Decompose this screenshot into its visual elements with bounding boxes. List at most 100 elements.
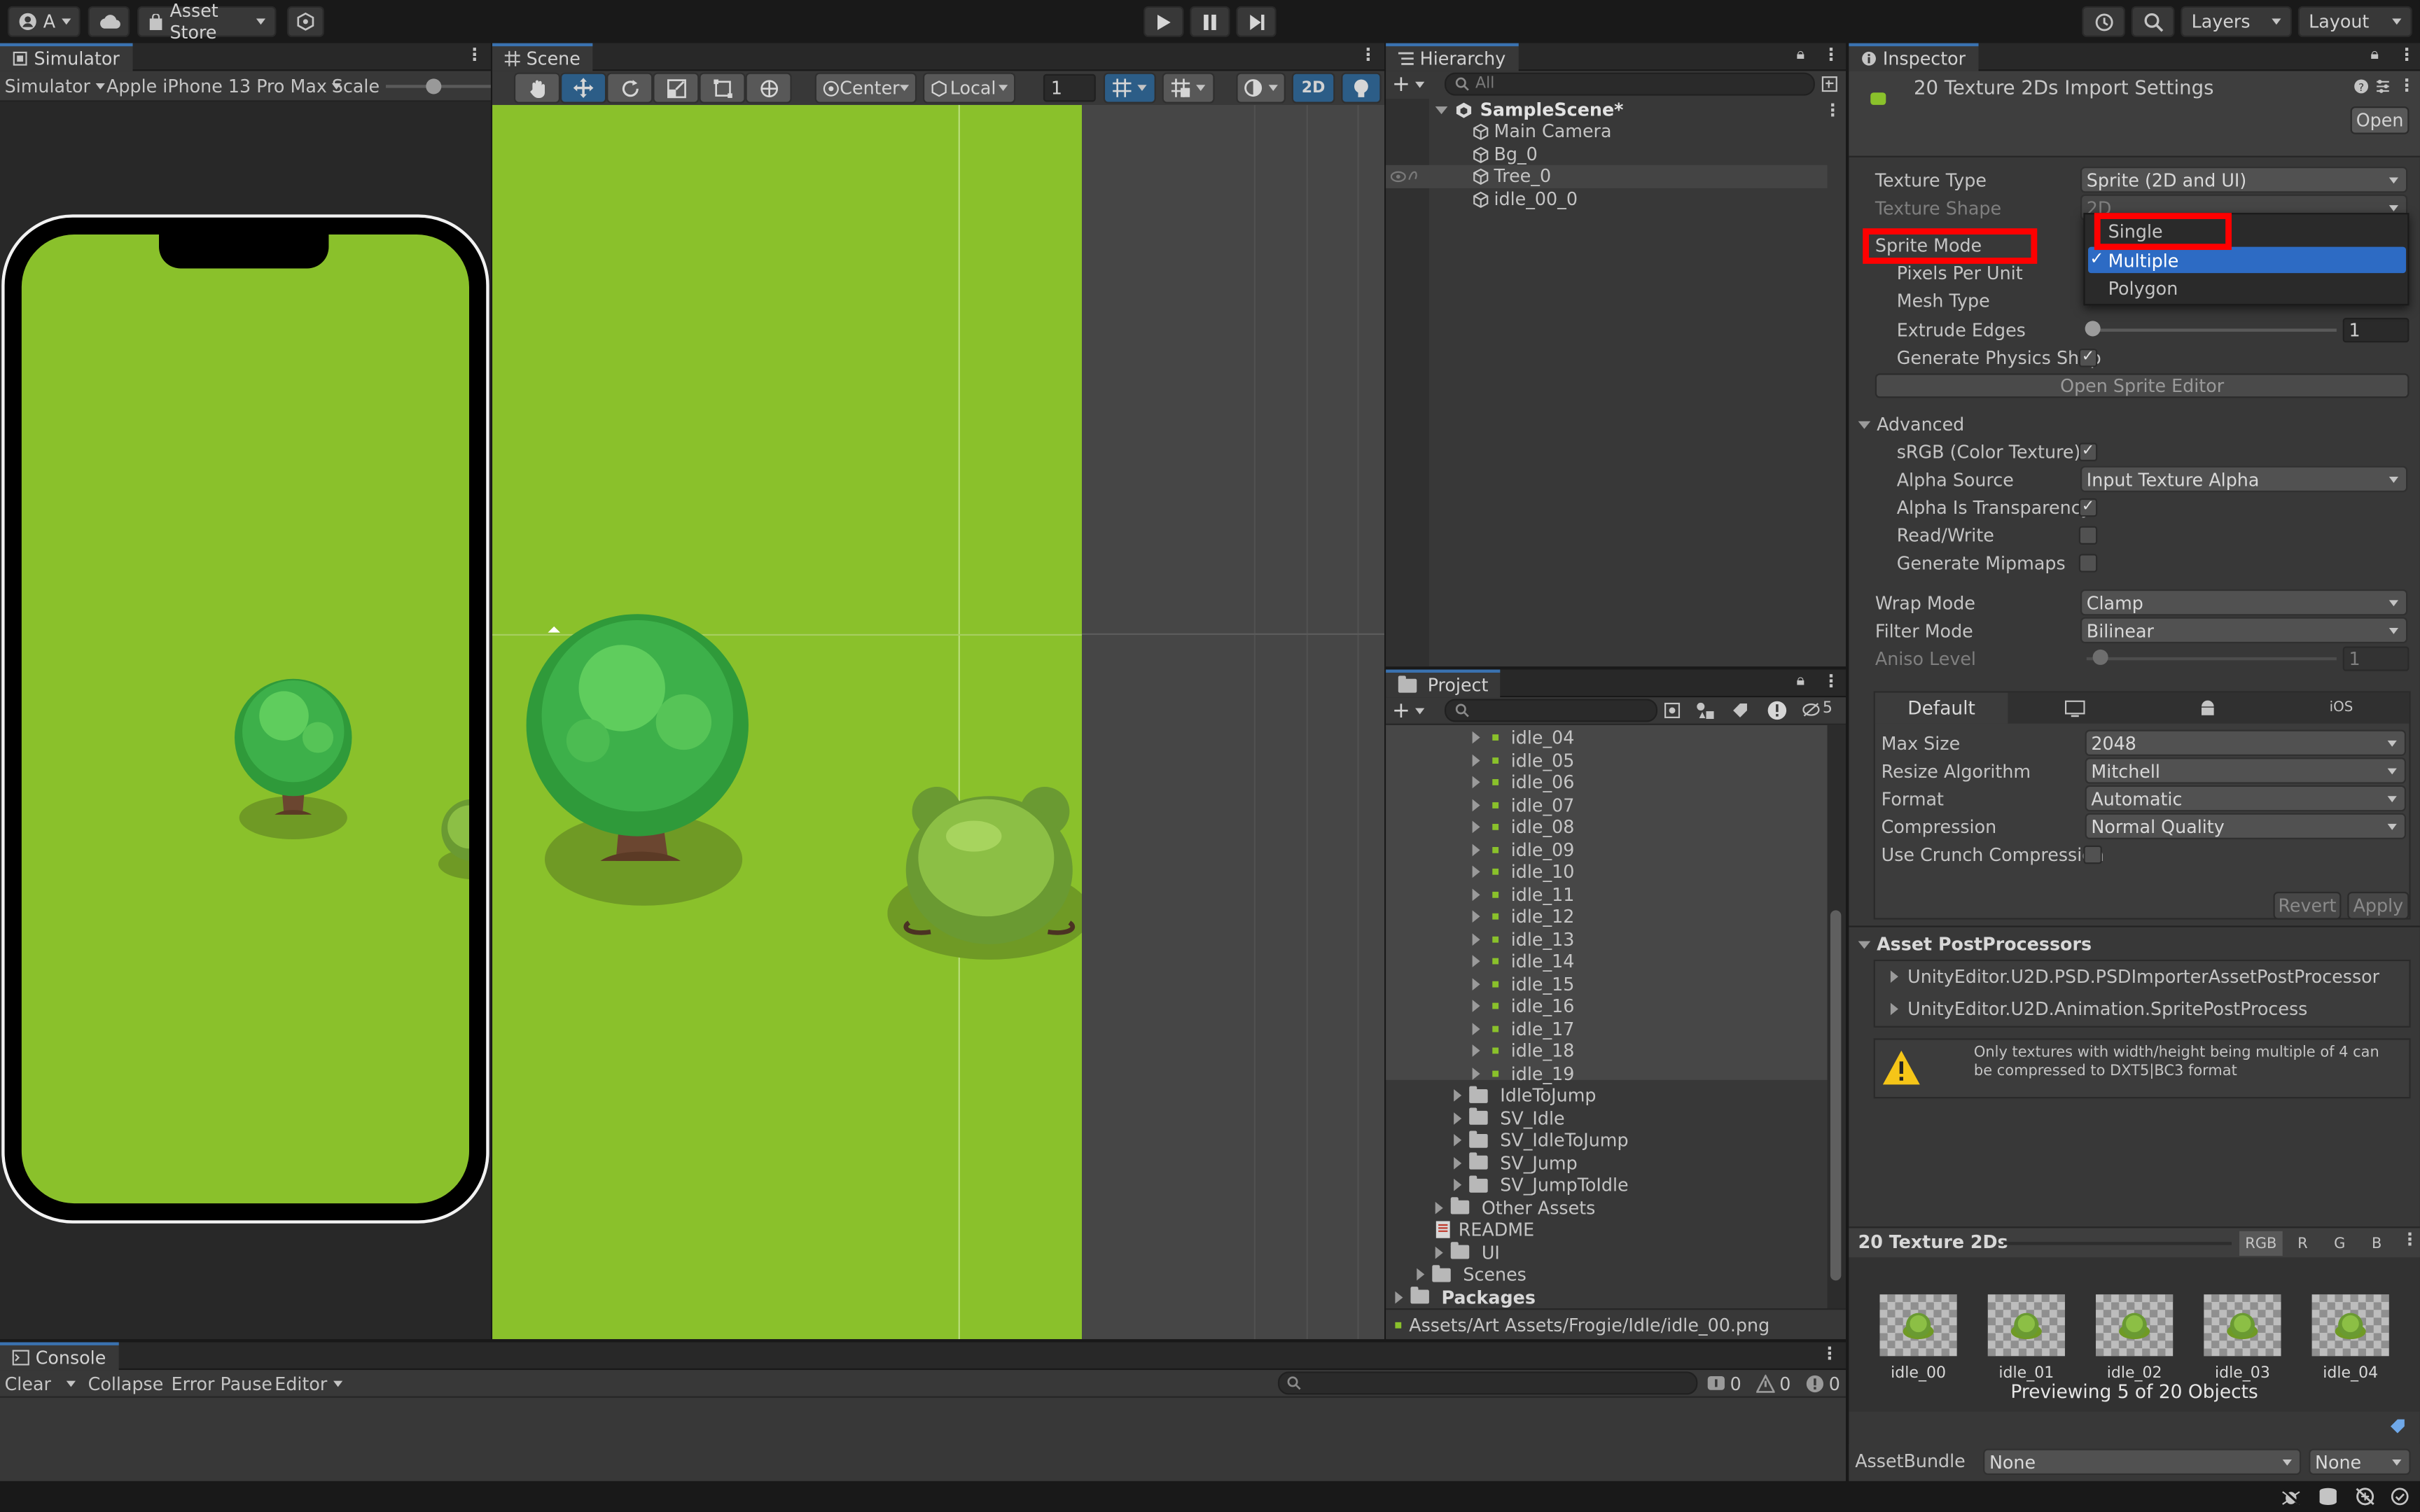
hand-tool-button[interactable]: [513, 72, 561, 104]
account-button[interactable]: A: [8, 6, 81, 37]
project-folder-item[interactable]: Scenes: [1417, 1264, 1527, 1285]
platform-tab-default[interactable]: Default: [1875, 692, 2008, 724]
transform-tool-button[interactable]: [745, 72, 792, 104]
compression-dropdown[interactable]: Normal Quality: [2085, 813, 2407, 839]
project-sprite-item[interactable]: idle_18: [1472, 1040, 1574, 1061]
more-options-icon[interactable]: ⋮: [2398, 45, 2415, 65]
tree-object[interactable]: [526, 608, 758, 910]
generate-mipmaps-checkbox[interactable]: [2078, 554, 2098, 573]
log-filter-toggle[interactable]: 0: [1707, 1370, 1741, 1398]
lighting-button[interactable]: [1341, 72, 1382, 104]
generate-physics-checkbox[interactable]: ✓: [2078, 349, 2098, 368]
advanced-foldout[interactable]: Advanced: [1858, 410, 1964, 438]
sprite-mode-option-multiple[interactable]: ✓ Multiple: [2088, 246, 2407, 274]
format-dropdown[interactable]: Automatic: [2085, 785, 2407, 812]
expand-arrow-icon[interactable]: [1472, 977, 1480, 990]
project-sprite-item[interactable]: idle_19: [1472, 1062, 1574, 1084]
expand-arrow-icon[interactable]: [1472, 865, 1480, 878]
preview-splitter[interactable]: [2003, 1242, 2232, 1245]
scene-options-icon[interactable]: ⋮: [1824, 99, 1841, 120]
phone-screen[interactable]: [21, 234, 470, 1204]
hidden-packages-toggle[interactable]: 5: [1802, 701, 1833, 718]
wrap-mode-dropdown[interactable]: Clamp: [2080, 589, 2408, 616]
asset-store-button[interactable]: Asset Store: [137, 0, 277, 43]
project-sprite-item[interactable]: idle_12: [1472, 906, 1574, 927]
frog-object[interactable]: [887, 774, 1083, 962]
lock-icon[interactable]: 🔒︎: [1796, 673, 1804, 690]
project-sprite-item[interactable]: idle_08: [1472, 816, 1574, 838]
preview-thumbnail[interactable]: idle_02: [2096, 1294, 2174, 1382]
progress-check-icon[interactable]: [2391, 1488, 2409, 1506]
preview-thumbnail[interactable]: idle_00: [1879, 1294, 1957, 1382]
debug-icon[interactable]: [2281, 1488, 2302, 1506]
srgb-checkbox[interactable]: ✓: [2078, 442, 2098, 461]
toggle-2d-button[interactable]: 2D: [1291, 72, 1335, 104]
expand-arrow-icon[interactable]: [1395, 1290, 1403, 1303]
hierarchy-item[interactable]: Tree_0: [1386, 164, 1828, 188]
expand-arrow-icon[interactable]: [1472, 955, 1480, 967]
package-button[interactable]: [286, 6, 324, 37]
step-button[interactable]: [1236, 6, 1277, 37]
expand-arrow-icon[interactable]: [1472, 888, 1480, 901]
postprocessor-item[interactable]: UnityEditor.U2D.PSD.PSDImporterAssetPost…: [1890, 962, 2379, 990]
expand-arrow-icon[interactable]: [1472, 910, 1480, 923]
search-button[interactable]: [2131, 6, 2175, 37]
channel-r-button[interactable]: R: [2286, 1231, 2319, 1256]
simulator-mode-dropdown[interactable]: Simulator: [5, 73, 104, 101]
project-scrollbar[interactable]: [1827, 724, 1846, 1308]
editor-dropdown[interactable]: Editor: [274, 1370, 343, 1398]
postprocessors-foldout[interactable]: Asset PostProcessors: [1858, 930, 2092, 958]
scale-tool-button[interactable]: [653, 72, 700, 104]
more-options-icon[interactable]: ⋮: [1821, 1344, 1838, 1364]
hierarchy-item[interactable]: Main Camera: [1386, 120, 1827, 144]
label-filter-icon[interactable]: [1732, 702, 1748, 719]
expand-arrow-icon[interactable]: [1472, 776, 1480, 789]
channel-g-button[interactable]: G: [2323, 1231, 2356, 1256]
scene-root-item[interactable]: SampleScene* ⋮: [1435, 96, 1841, 124]
revert-button[interactable]: Revert: [2273, 891, 2342, 920]
tab-inspector[interactable]: Inspector: [1849, 43, 1978, 71]
hierarchy-item[interactable]: Bg_0: [1386, 143, 1827, 166]
tag-icon[interactable]: [2389, 1418, 2406, 1434]
expand-arrow-icon[interactable]: [1472, 1044, 1480, 1057]
project-sprite-item[interactable]: idle_05: [1472, 749, 1574, 771]
open-sprite-editor-button[interactable]: Open Sprite Editor: [1875, 373, 2409, 398]
expand-arrow-icon[interactable]: [1454, 1156, 1462, 1169]
clear-button[interactable]: Clear: [5, 1370, 76, 1398]
rotate-tool-button[interactable]: [606, 72, 653, 104]
expand-arrow-icon[interactable]: [1472, 731, 1480, 744]
cloud-button[interactable]: [88, 6, 130, 37]
channel-b-button[interactable]: B: [2360, 1231, 2393, 1256]
presets-icon[interactable]: [2375, 78, 2391, 94]
expand-arrow-icon[interactable]: [1472, 843, 1480, 856]
sprite-mode-option-polygon[interactable]: Polygon: [2108, 274, 2402, 302]
postprocessor-item[interactable]: UnityEditor.U2D.Animation.SpritePostProc…: [1890, 995, 2307, 1023]
device-dropdown[interactable]: Apple iPhone 13 Pro Max: [106, 73, 341, 101]
console-search-field[interactable]: [1277, 1371, 1698, 1395]
alpha-source-dropdown[interactable]: Input Texture Alpha: [2080, 465, 2408, 493]
project-sprite-item[interactable]: idle_15: [1472, 973, 1574, 994]
expand-arrow-icon[interactable]: [1454, 1178, 1462, 1191]
filter-mode-dropdown[interactable]: Bilinear: [2080, 617, 2408, 644]
warning-filter-toggle[interactable]: 0: [1756, 1370, 1790, 1398]
read-write-checkbox[interactable]: [2078, 526, 2098, 545]
texture-type-dropdown[interactable]: Sprite (2D and UI): [2080, 167, 2408, 193]
preview-thumbnail[interactable]: idle_03: [2204, 1294, 2281, 1382]
grid-snap-button[interactable]: [1103, 72, 1156, 104]
expand-arrow-icon[interactable]: [1454, 1111, 1462, 1124]
play-button[interactable]: [1143, 6, 1184, 37]
expand-arrow-icon[interactable]: [1472, 1067, 1480, 1079]
more-options-icon[interactable]: ⋮: [1360, 45, 1377, 65]
project-sprite-item[interactable]: idle_13: [1472, 928, 1574, 950]
cache-server-icon[interactable]: [2318, 1488, 2338, 1506]
error-pause-button[interactable]: Error Pause: [172, 1370, 272, 1398]
shapes-filter-icon[interactable]: [1696, 702, 1714, 720]
project-sprite-item[interactable]: idle_16: [1472, 995, 1574, 1016]
lock-icon[interactable]: 🔒︎: [1796, 46, 1804, 63]
tab-console[interactable]: Console: [0, 1342, 118, 1371]
preview-thumbnail[interactable]: idle_04: [2311, 1294, 2389, 1382]
tab-simulator[interactable]: Simulator: [0, 43, 132, 71]
expand-arrow-icon[interactable]: [1472, 932, 1480, 945]
search-by-type-icon[interactable]: [1664, 702, 1681, 719]
project-folder-item[interactable]: UI: [1435, 1241, 1500, 1263]
